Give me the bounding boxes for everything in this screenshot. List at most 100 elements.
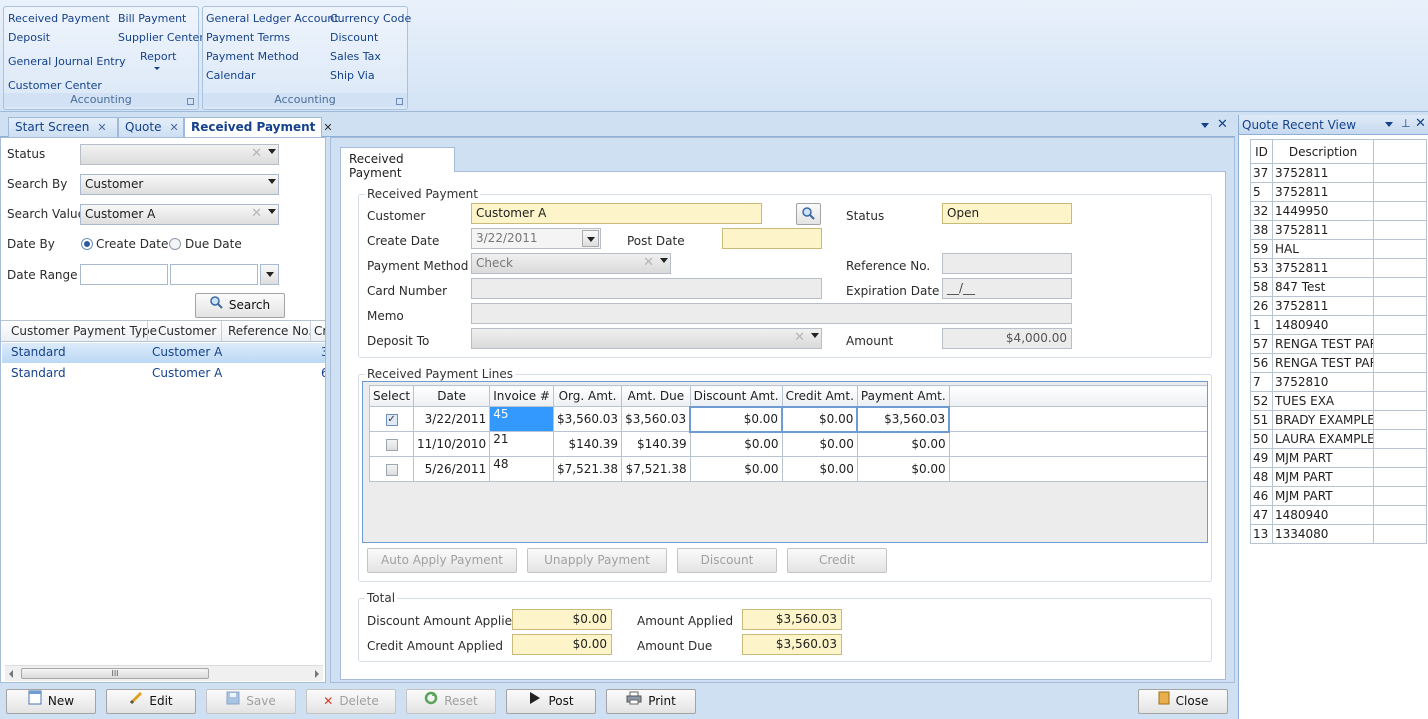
list-item[interactable]: 50 LAURA EXAMPLE: [1250, 429, 1427, 449]
close-icon[interactable]: ✕: [169, 121, 178, 134]
close-icon[interactable]: ✕: [323, 121, 332, 134]
ribbon-currency-code[interactable]: Currency Code: [330, 12, 411, 25]
tab-list-dropdown-icon[interactable]: [1201, 123, 1209, 128]
cell-payment-amt[interactable]: $0.00: [856, 456, 950, 482]
search-button[interactable]: Search: [195, 293, 285, 318]
list-item[interactable]: 49 MJM PART: [1250, 448, 1427, 468]
cell-date[interactable]: 3/22/2011: [413, 406, 491, 432]
date-range-start[interactable]: [80, 264, 168, 285]
ribbon-general-journal-entry[interactable]: General Journal Entry: [8, 55, 126, 68]
close-all-icon[interactable]: ✕: [1217, 117, 1228, 132]
chevron-down-icon[interactable]: [268, 209, 276, 214]
ribbon-general-ledger-account[interactable]: General Ledger Account: [206, 12, 339, 25]
customer-field[interactable]: Customer A: [471, 203, 762, 224]
column-header[interactable]: Date: [413, 385, 491, 407]
date-range-end[interactable]: [170, 264, 258, 285]
list-item[interactable]: 32 1449950: [1250, 201, 1427, 221]
list-item[interactable]: 38 3752811: [1250, 220, 1427, 240]
scroll-right-icon[interactable]: [315, 670, 319, 678]
column-header[interactable]: Payment Amt.: [856, 385, 950, 407]
cell-date[interactable]: 5/26/2011: [413, 456, 491, 482]
print-button[interactable]: Print: [606, 689, 696, 714]
column-header[interactable]: Description: [1272, 139, 1374, 164]
close-button[interactable]: Close: [1138, 689, 1228, 714]
search-value-select[interactable]: Customer A ✕: [80, 204, 279, 225]
pin-icon[interactable]: ⊥: [1401, 117, 1411, 130]
tab-received-payment[interactable]: Received Payment ✕: [184, 117, 333, 138]
column-header[interactable]: Customer Payment Type: [11, 324, 157, 338]
list-item[interactable]: 53 3752811: [1250, 258, 1427, 278]
amount-due-field[interactable]: $3,560.03: [742, 634, 842, 655]
credit-applied-field[interactable]: $0.00: [512, 634, 612, 655]
chevron-down-icon[interactable]: [660, 258, 668, 263]
list-item[interactable]: 52 TUES EXA: [1250, 391, 1427, 411]
ribbon-calendar[interactable]: Calendar: [206, 69, 255, 82]
chevron-down-icon[interactable]: [268, 179, 276, 184]
amount-applied-field[interactable]: $3,560.03: [742, 609, 842, 630]
ribbon-report[interactable]: Report: [140, 50, 176, 63]
cell-credit-amt[interactable]: $0.00: [781, 456, 858, 482]
radio-create-date[interactable]: [81, 238, 93, 250]
column-header[interactable]: Select: [368, 385, 415, 407]
list-item[interactable]: 51 BRADY EXAMPLE: [1250, 410, 1427, 430]
column-header[interactable]: Customer: [158, 324, 216, 338]
date-dropdown-button[interactable]: [582, 230, 599, 247]
cell-invoice[interactable]: 45: [489, 406, 554, 432]
status-select[interactable]: ✕: [80, 144, 279, 165]
column-header[interactable]: Reference No.: [228, 324, 312, 338]
ribbon-bill-payment[interactable]: Bill Payment: [118, 12, 186, 25]
cell-discount-amt[interactable]: $0.00: [689, 456, 783, 482]
ribbon-sales-tax[interactable]: Sales Tax: [330, 50, 381, 63]
cell-payment-amt[interactable]: $0.00: [856, 431, 950, 457]
auto-apply-payment-button[interactable]: Auto Apply Payment: [367, 548, 517, 573]
dialog-launcher-icon[interactable]: [187, 98, 194, 105]
clear-icon[interactable]: ✕: [794, 330, 805, 345]
close-icon[interactable]: ✕: [1415, 116, 1426, 131]
ribbon-deposit[interactable]: Deposit: [8, 31, 50, 44]
dialog-launcher-icon[interactable]: [396, 98, 403, 105]
list-item[interactable]: 1 1480940: [1250, 315, 1427, 335]
column-header[interactable]: Invoice #: [489, 385, 554, 407]
column-header[interactable]: Credit Amt.: [781, 385, 858, 407]
scroll-left-icon[interactable]: [9, 670, 13, 678]
list-item[interactable]: 5 3752811: [1250, 182, 1427, 202]
chevron-down-icon[interactable]: [811, 333, 819, 338]
tab-quote[interactable]: Quote ✕: [118, 117, 184, 137]
date-range-dropdown[interactable]: [260, 264, 279, 285]
cell-invoice[interactable]: 48: [489, 456, 554, 482]
tab-start-screen[interactable]: Start Screen ✕: [8, 117, 118, 137]
column-header[interactable]: Cr: [314, 324, 325, 338]
list-item[interactable]: 57 RENGA TEST PART: [1250, 334, 1427, 354]
column-header[interactable]: Discount Amt.: [689, 385, 783, 407]
list-item[interactable]: 58 847 Test: [1250, 277, 1427, 297]
clear-icon[interactable]: ✕: [251, 206, 262, 221]
amount-field[interactable]: $4,000.00: [942, 328, 1072, 349]
edit-button[interactable]: Edit: [106, 689, 196, 714]
customer-lookup-button[interactable]: [796, 203, 821, 225]
table-row[interactable]: Standard Customer A 3: [2, 343, 325, 363]
card-number-field[interactable]: [471, 278, 822, 299]
post-button[interactable]: Post: [506, 689, 596, 714]
cell-credit-amt[interactable]: $0.00: [781, 431, 858, 457]
deposit-to-select[interactable]: ✕: [471, 328, 822, 349]
list-item[interactable]: 26 3752811: [1250, 296, 1427, 316]
discount-button[interactable]: Discount: [677, 548, 777, 573]
list-item[interactable]: 13 1334080: [1250, 524, 1427, 544]
list-item[interactable]: 48 MJM PART: [1250, 467, 1427, 487]
delete-button[interactable]: ✕ Delete: [306, 689, 396, 714]
save-button[interactable]: Save: [206, 689, 296, 714]
cell-org-amt[interactable]: $3,560.03: [552, 406, 623, 432]
credit-button[interactable]: Credit: [787, 548, 887, 573]
table-row[interactable]: 5/26/2011 48 $7,521.38 $7,521.38 $0.00 $…: [368, 456, 1207, 482]
cell-org-amt[interactable]: $7,521.38: [552, 456, 623, 482]
table-row[interactable]: Standard Customer A 6: [2, 364, 325, 384]
scrollbar-thumb[interactable]: III: [21, 668, 209, 679]
new-button[interactable]: New: [6, 689, 96, 714]
table-row[interactable]: 11/10/2010 21 $140.39 $140.39 $0.00 $0.0…: [368, 431, 1207, 457]
reset-button[interactable]: Reset: [406, 689, 496, 714]
memo-field[interactable]: [471, 303, 1072, 324]
list-item[interactable]: 59 HAL: [1250, 239, 1427, 259]
payment-method-select[interactable]: Check ✕: [471, 253, 671, 274]
cell-amt-due[interactable]: $3,560.03: [621, 406, 691, 432]
expiration-field[interactable]: __/__: [942, 278, 1072, 299]
